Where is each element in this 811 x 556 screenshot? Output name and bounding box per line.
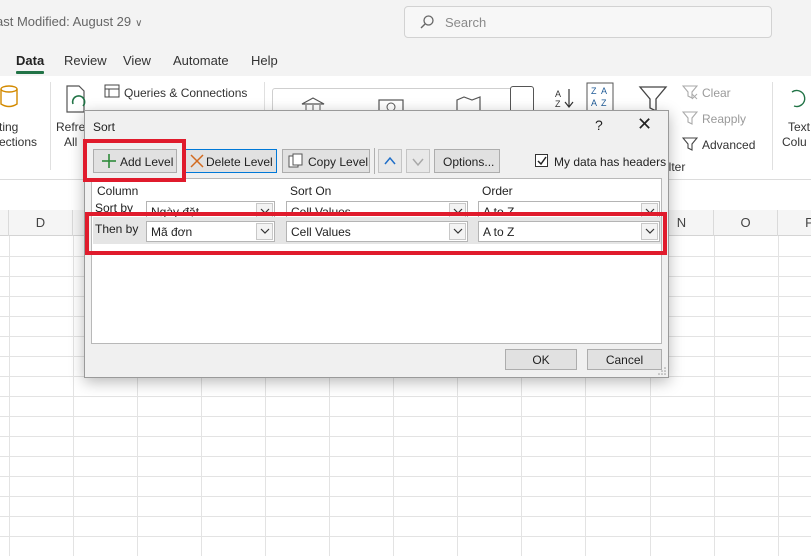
database-icon [0,85,18,108]
clear-button[interactable]: Clear [702,86,731,100]
column-header-column: Column [97,184,139,198]
existing-connections-label-1[interactable]: ting [0,120,18,134]
document-title-text: ast Modified: August 29 [0,14,132,29]
then-by-sort-on-value: Cell Values [291,225,351,239]
gridline [0,476,811,477]
text-to-columns-label-2[interactable]: Colu [782,135,807,149]
svg-text:A: A [591,98,597,108]
reapply-icon [682,111,698,125]
dropdown-arrow-icon [256,223,273,240]
delete-level-label: Delete Level [206,155,273,169]
delete-level-button[interactable]: Delete Level [183,149,277,173]
add-level-label: Add Level [120,155,174,169]
ok-button[interactable]: OK [505,349,577,370]
tab-data[interactable]: Data [16,53,45,74]
gridline [0,416,811,417]
reapply-button[interactable]: Reapply [702,112,746,126]
svg-text:Z: Z [591,86,597,96]
column-header-sort-on: Sort On [290,184,332,198]
then-by-sort-on-select[interactable]: Cell Values [286,221,468,242]
column-header-d[interactable]: D [9,210,73,236]
text-to-columns-label-1[interactable]: Text [788,120,810,134]
tab-help[interactable]: Help [251,53,278,68]
then-by-order-select[interactable]: A to Z [478,221,660,242]
refresh-all-label-2[interactable]: All [64,135,77,149]
dropdown-arrow-icon [641,223,658,240]
move-down-button[interactable] [406,149,430,173]
my-data-has-headers-checkbox[interactable] [535,154,548,167]
move-up-button[interactable] [378,149,402,173]
then-by-column-select[interactable]: Mã đơn [146,221,275,242]
column-header-order: Order [482,184,513,198]
chevron-down-icon: ∨ [135,18,143,29]
gridline [0,396,811,397]
checkmark-icon [537,156,547,166]
gridline [0,516,811,517]
queries-connections-icon [104,84,120,98]
chevron-down-icon [412,158,424,167]
svg-text:A: A [555,89,561,99]
sort-by-label: Sort by [95,201,134,215]
advanced-filter-icon [682,137,698,151]
gridline [0,436,811,437]
sort-levels-list: Column Sort On Order Sort by Ngày đặt Ce… [91,178,662,344]
clear-filter-icon [682,85,698,100]
then-by-order-value: A to Z [483,225,515,239]
queries-connections-button[interactable]: Queries & Connections [124,86,247,100]
then-by-label: Then by [95,222,139,236]
cancel-button[interactable]: Cancel [587,349,662,370]
help-button[interactable]: ? [595,117,603,133]
tab-review[interactable]: Review [64,53,107,68]
sort-dialog: Sort ? ✕ Add Level Delete Level Copy Lev… [84,110,669,378]
svg-text:Z: Z [601,98,607,108]
dropdown-arrow-icon [449,223,466,240]
copy-icon [288,153,303,168]
search-input[interactable] [445,12,745,32]
close-button[interactable]: ✕ [637,114,652,135]
advanced-button[interactable]: Advanced [702,138,755,152]
copy-level-button[interactable]: Copy Level [282,149,370,173]
column-header-o[interactable]: O [714,210,778,236]
options-button[interactable]: Options... [434,149,500,173]
my-data-has-headers-label[interactable]: My data has headers [554,155,666,169]
column-header-p[interactable]: P [778,210,811,236]
search-icon [420,15,434,29]
column-header-blank [0,210,9,236]
toolbar-separator [374,148,375,174]
existing-connections-label-2[interactable]: ections [0,135,37,149]
add-level-button[interactable]: Add Level [93,149,177,173]
text-to-columns-icon [791,89,806,108]
copy-level-label: Copy Level [308,155,369,169]
gridline [0,536,811,537]
gridline [0,496,811,497]
sort-ascending-icon: A Z [555,89,574,109]
document-title[interactable]: ast Modified: August 29 ∨ [0,14,142,29]
svg-text:Z: Z [555,99,561,109]
chevron-up-icon [384,156,396,165]
resize-grip-icon[interactable] [658,367,666,375]
dialog-title: Sort [93,120,116,134]
tab-automate[interactable]: Automate [173,53,229,68]
search-box[interactable] [404,6,772,38]
refresh-all-label-1[interactable]: Refre [56,120,85,134]
title-bar: ast Modified: August 29 ∨ [0,0,811,44]
gridline [0,456,811,457]
delete-x-icon [190,154,204,168]
tab-view[interactable]: View [123,53,151,68]
options-label: Options... [443,155,495,169]
ribbon-separator [50,82,51,170]
plus-icon [102,154,116,168]
svg-text:A: A [601,86,607,96]
ribbon-tabs: Data Review View Automate Help [0,44,811,76]
ribbon-separator [772,82,773,170]
then-by-column-value: Mã đơn [151,225,193,239]
